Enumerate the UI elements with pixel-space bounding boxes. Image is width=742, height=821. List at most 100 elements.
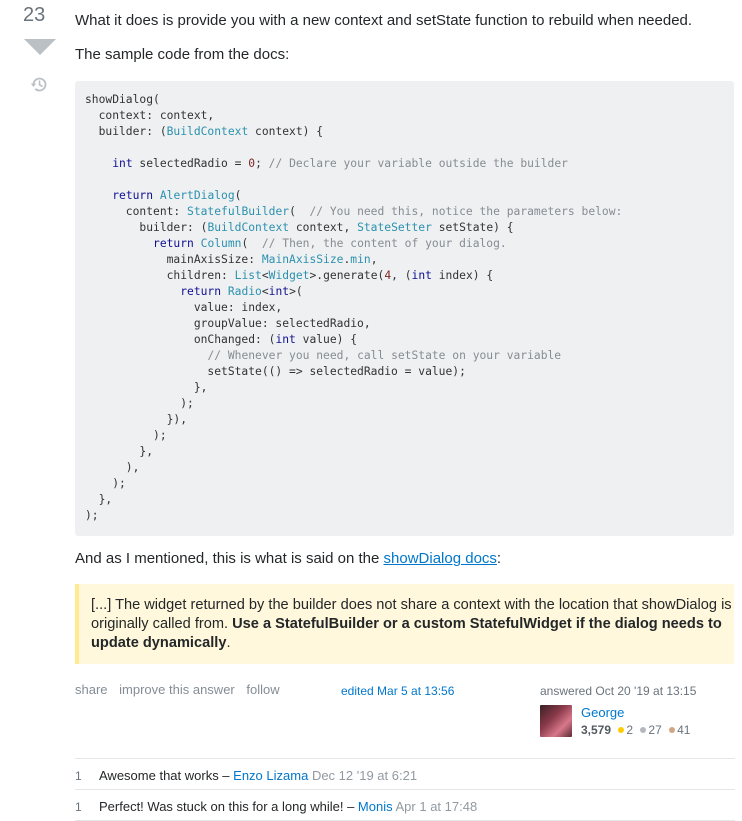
comment-body: Perfect! Was stuck on this for a long wh… <box>99 799 477 814</box>
code-token: int <box>275 333 296 346</box>
code-token: mainAxisSize: <box>85 253 262 266</box>
code-line: setState(() => selectedRadio = value); <box>85 364 724 380</box>
code-line: children: List<Widget>.generate(4, (int … <box>85 268 724 284</box>
user-reputation: 3,579 2 27 41 <box>581 723 690 737</box>
gold-badge-count: 2 <box>626 723 634 737</box>
code-token: int <box>411 269 432 282</box>
code-token: < <box>261 285 269 298</box>
share-link[interactable]: share <box>75 682 108 697</box>
answered-time: answered Oct 20 '19 at 13:15 <box>540 684 697 698</box>
code-token: >.generate( <box>309 269 385 282</box>
edited-link[interactable]: edited Mar 5 at 13:56 <box>341 684 454 698</box>
comment-body: Awesome that works – Enzo Lizama Dec 12 … <box>99 768 417 783</box>
code-token: min <box>350 253 371 266</box>
mention-end: : <box>496 550 502 567</box>
code-line: showDialog( <box>85 92 724 108</box>
code-line: value: index, <box>85 300 724 316</box>
mention-paragraph: And as I mentioned, this is what is said… <box>75 549 501 569</box>
user-info-card: answered Oct 20 '19 at 13:15 George 3,57… <box>540 684 740 737</box>
comments-list: 1 Awesome that works – Enzo Lizama Dec 1… <box>75 758 735 821</box>
comment-user-link[interactable]: Monis <box>358 799 393 814</box>
code-line: builder: (BuildContext context) { <box>85 124 724 140</box>
code-line: }, <box>85 492 724 508</box>
improve-answer-link[interactable]: improve this answer <box>119 682 235 697</box>
code-token: // Then, the content of your dialog. <box>261 237 507 250</box>
code-token: children: <box>85 269 235 282</box>
comment-score: 1 <box>75 800 82 814</box>
comment: 1 Perfect! Was stuck on this for a long … <box>75 790 735 821</box>
code-line: ); <box>85 508 724 524</box>
code-line: content: StatefulBuilder( // You need th… <box>85 204 724 220</box>
code-token: return <box>180 285 222 298</box>
code-token: int <box>268 285 290 298</box>
silver-badge-count: 27 <box>648 723 662 737</box>
sample-label: The sample code from the docs: <box>75 46 290 63</box>
code-token: List <box>234 269 262 282</box>
code-line: ); <box>85 428 724 444</box>
user-avatar[interactable] <box>540 705 572 737</box>
code-line: ), <box>85 460 724 476</box>
vote-count: 23 <box>23 4 46 26</box>
code-token: context: context, <box>85 109 215 122</box>
code-token: selectedRadio = <box>132 157 249 170</box>
comment-text: Awesome that works – <box>99 768 234 783</box>
showdialog-docs-link[interactable]: showDialog docs <box>384 550 497 567</box>
code-token: Column <box>200 237 242 250</box>
code-line: return AlertDialog( <box>85 188 724 204</box>
code-token: Radio <box>227 285 262 298</box>
code-token: ); <box>85 477 126 490</box>
code-token: ( <box>289 205 310 218</box>
code-line: ); <box>85 396 724 412</box>
comment-user-link[interactable]: Enzo Lizama <box>233 768 308 783</box>
code-token: }), <box>85 413 188 426</box>
code-token: ), <box>85 461 140 474</box>
code-token: < <box>261 269 269 282</box>
reputation-score: 3,579 <box>581 723 612 737</box>
code-line: int selectedRadio = 0; // Declare your v… <box>85 156 724 172</box>
comment-date[interactable]: Dec 12 '19 at 6:21 <box>312 768 417 783</box>
comment: 1 Awesome that works – Enzo Lizama Dec 1… <box>75 759 735 790</box>
vote-down-icon[interactable] <box>24 39 56 55</box>
code-token: onChanged: ( <box>85 333 276 346</box>
code-token: groupValue: selectedRadio, <box>85 317 371 330</box>
code-token: ( <box>241 237 262 250</box>
comment-date[interactable]: Apr 1 at 17:48 <box>396 799 478 814</box>
code-line: ); <box>85 476 724 492</box>
code-token: return <box>153 237 194 250</box>
user-name-link[interactable]: George <box>581 705 624 720</box>
history-icon[interactable] <box>30 75 49 98</box>
code-token: context) { <box>248 125 324 138</box>
code-line: mainAxisSize: MainAxisSize.min, <box>85 252 724 268</box>
code-token: , ( <box>391 269 412 282</box>
code-token: int <box>112 157 133 170</box>
blockquote: [...] The widget returned by the builder… <box>75 584 734 664</box>
code-line: }), <box>85 412 724 428</box>
code-line: onChanged: (int value) { <box>85 332 724 348</box>
answer-intro: What it does is provide you with a new c… <box>75 12 693 29</box>
code-token: MainAxisSize <box>261 253 344 266</box>
code-token: // Declare your variable outside the bui… <box>268 157 568 170</box>
code-token: builder: ( <box>85 125 167 138</box>
code-block: showDialog( context: context, builder: (… <box>75 81 734 536</box>
code-line: // Whenever you need, call setState on y… <box>85 348 724 364</box>
code-token: BuildContext <box>166 125 249 138</box>
code-line: groupValue: selectedRadio, <box>85 316 724 332</box>
code-token: value) { <box>295 333 358 346</box>
code-token: ); <box>85 509 99 522</box>
code-token: >( <box>289 285 303 298</box>
code-line: return Radio<int>( <box>85 284 724 300</box>
code-token: }, <box>85 445 154 458</box>
code-token: return <box>112 189 154 202</box>
code-token: setState) { <box>431 221 514 234</box>
code-line: }, <box>85 380 724 396</box>
follow-link[interactable]: follow <box>246 682 279 697</box>
code-token: builder: ( <box>85 221 208 234</box>
code-token: }, <box>85 493 113 506</box>
